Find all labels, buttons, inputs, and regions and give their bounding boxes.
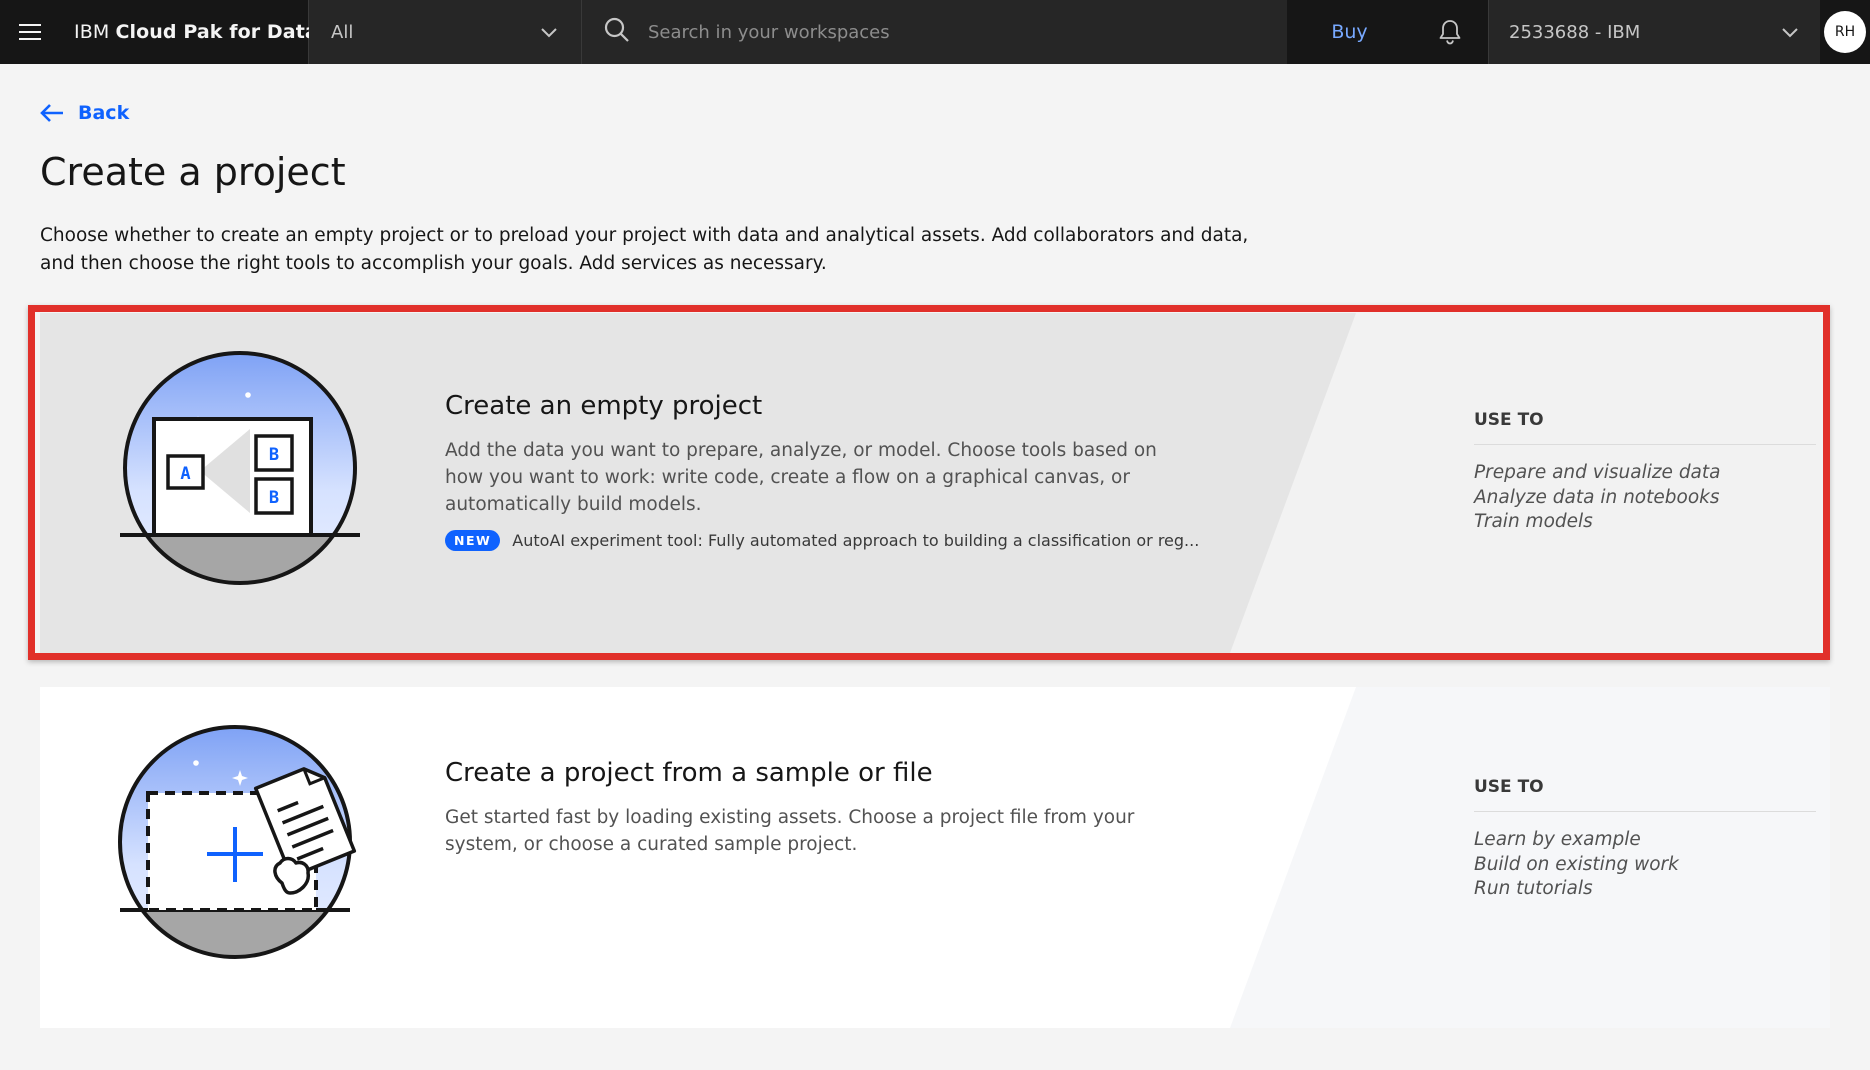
hamburger-menu-icon[interactable] (0, 0, 60, 64)
brand-name: Cloud Pak for Data (115, 21, 318, 43)
user-avatar[interactable]: RH (1824, 11, 1866, 53)
use-to-item: Analyze data in notebooks (1474, 486, 1720, 508)
use-to-item: Learn by example (1474, 829, 1641, 850)
empty-project-illustration: A B B (120, 351, 360, 585)
svg-text:A: A (180, 464, 190, 484)
svg-text:B: B (269, 445, 279, 465)
create-project-from-sample-card[interactable]: Create a project from a sample or file G… (40, 687, 1830, 1028)
use-to-label: USE TO (1474, 410, 1816, 445)
card-description: Get started fast by loading existing ass… (445, 807, 1135, 855)
brand-prefix: IBM (74, 21, 110, 43)
sample-project-illustration (118, 725, 357, 959)
svg-text:B: B (269, 488, 279, 508)
use-to-section: USE TO Prepare and visualize data Analyz… (1474, 410, 1816, 535)
back-label: Back (78, 102, 130, 124)
back-link[interactable]: Back (40, 102, 129, 124)
use-to-item: Run tutorials (1474, 878, 1593, 899)
use-to-section: USE TO Learn by example Build on existin… (1474, 777, 1816, 902)
card-title: Create a project from a sample or file (445, 758, 933, 788)
search-input[interactable] (646, 20, 1246, 44)
chevron-down-icon (541, 22, 557, 43)
use-to-label: USE TO (1474, 777, 1816, 812)
avatar-container: RH (1820, 0, 1870, 64)
search-bar[interactable] (582, 0, 1287, 64)
create-empty-project-card[interactable]: A B B Create an empty project Add the da… (40, 313, 1830, 653)
use-to-item: Train models (1474, 511, 1593, 532)
card-title: Create an empty project (445, 391, 763, 421)
account-switcher[interactable]: 2533688 - IBM (1488, 0, 1820, 64)
account-label: 2533688 - IBM (1509, 21, 1641, 43)
page-description: Choose whether to create an empty projec… (40, 225, 1249, 274)
new-feature-row: NEW AutoAI experiment tool: Fully automa… (445, 530, 1199, 551)
arrow-left-icon (40, 104, 63, 122)
bell-icon[interactable] (1412, 0, 1488, 64)
use-to-item: Prepare and visualize data (1474, 462, 1721, 483)
use-to-item: Build on existing work (1474, 853, 1679, 875)
scope-dropdown[interactable]: All (309, 0, 582, 64)
scope-value: All (331, 21, 354, 43)
top-navigation-bar: IBM Cloud Pak for Data All Buy 2533688 -… (0, 0, 1870, 64)
card-description: Add the data you want to prepare, analyz… (445, 440, 1157, 515)
page-title: Create a project (40, 150, 346, 194)
product-brand[interactable]: IBM Cloud Pak for Data (60, 0, 318, 64)
new-feature-text: AutoAI experiment tool: Fully automated … (512, 531, 1200, 550)
chevron-down-icon (1782, 22, 1798, 43)
buy-link[interactable]: Buy (1287, 0, 1412, 64)
new-badge: NEW (445, 530, 501, 551)
search-icon (604, 17, 630, 47)
